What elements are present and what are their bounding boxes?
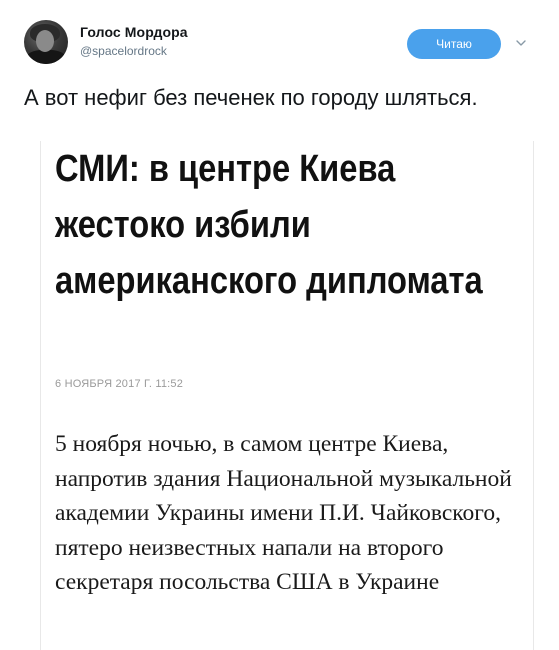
article-body: 5 ноября ночью, в самом центре Киева, на…	[55, 431, 512, 596]
display-name[interactable]: Голос Мордора	[80, 24, 188, 40]
avatar[interactable]	[24, 20, 68, 64]
article-dateline: 6 НОЯБРЯ 2017 Г. 11:52	[55, 378, 184, 390]
chevron-down-icon[interactable]	[514, 36, 528, 50]
follow-button[interactable]: Читаю	[407, 29, 501, 59]
tweet-media-image[interactable]: СМИ: в центре Киева жестоко избили амери…	[40, 141, 534, 650]
tweet-text: А вот нефиг без печенек по городу шлятьс…	[24, 85, 478, 110]
tweet-card: Голос Мордора @spacelordrock Читаю А вот…	[0, 0, 559, 650]
user-handle[interactable]: @spacelordrock	[80, 44, 167, 58]
article-headline: СМИ: в центре Киева жестоко избили амери…	[55, 148, 483, 302]
